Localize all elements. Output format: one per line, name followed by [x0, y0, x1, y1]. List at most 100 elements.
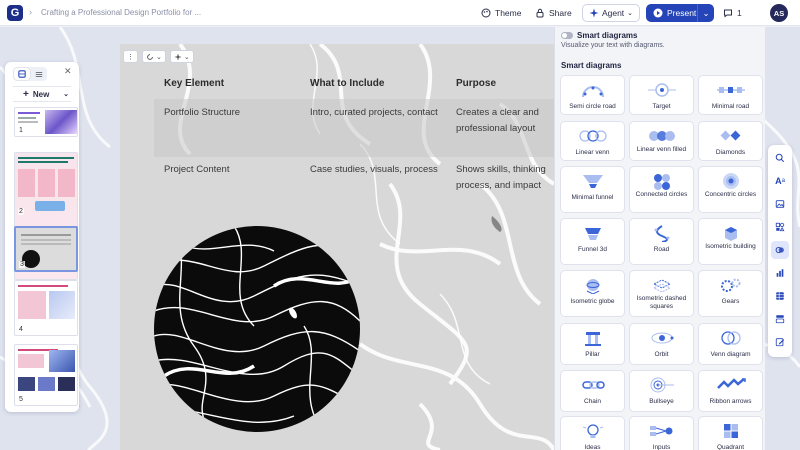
diagram-card-ideas[interactable]: Ideas — [560, 416, 625, 450]
shapes-icon[interactable] — [771, 218, 789, 236]
diagram-card-label: Diamonds — [715, 149, 746, 156]
chevron-down-icon[interactable]: ⌄ — [63, 90, 69, 98]
diagram-card-chain[interactable]: Chain — [560, 370, 625, 412]
road-diagram-icon — [654, 225, 670, 242]
top-bar: G › Crafting a Professional Design Portf… — [0, 0, 800, 26]
refresh-icon — [147, 53, 153, 60]
diagram-card-label: Linear venn filled — [636, 146, 687, 153]
slide-thumbnail-5[interactable]: 5 — [14, 344, 78, 406]
comments-button[interactable]: 1 — [723, 5, 742, 21]
present-button[interactable]: Present ⌄ — [646, 4, 714, 22]
diagram-card-isometric-building[interactable]: Isometric building — [698, 218, 763, 265]
slide-toolbar: ⋮ ⌄ ⌄ — [123, 50, 194, 63]
diagram-card-label: Ideas — [584, 444, 601, 450]
minimal-road-diagram-icon — [717, 87, 745, 93]
new-slide-button[interactable]: + New ⌄ — [13, 86, 71, 102]
diagram-card-gears[interactable]: Gears — [698, 270, 763, 317]
edit-icon[interactable] — [771, 333, 789, 351]
quadrant-diagram-icon — [724, 424, 738, 438]
orbit-diagram-icon — [651, 332, 674, 344]
diagram-card-label: Concentric circles — [704, 191, 757, 198]
diagram-card-target[interactable]: Target — [629, 75, 694, 115]
layout-icon[interactable] — [771, 310, 789, 328]
breadcrumb-separator-icon: › — [29, 7, 32, 17]
linear-venn-diagram-icon — [579, 130, 607, 142]
comment-menu-button[interactable]: ⌄ — [142, 50, 166, 63]
diagram-card-label: Isometric dashed squares — [636, 295, 687, 310]
table-header-key-element[interactable]: Key Element — [164, 78, 224, 89]
table-cell[interactable]: Shows skills, thinking process, and impa… — [456, 162, 554, 193]
diagram-card-minimal-funnel[interactable]: Minimal funnel — [560, 166, 625, 213]
diagram-card-minimal-road[interactable]: Minimal road — [698, 75, 763, 115]
diagram-card-road[interactable]: Road — [629, 218, 694, 265]
present-options-chevron-icon[interactable]: ⌄ — [698, 8, 714, 19]
diagram-card-semi-circle-road[interactable]: Semi circle road — [560, 75, 625, 115]
diagram-card-label: Inputs — [652, 444, 671, 450]
diagram-card-venn-diagram[interactable]: Venn diagram — [698, 323, 763, 365]
play-icon — [653, 8, 663, 18]
table-cell[interactable]: Portfolio Structure — [164, 105, 304, 121]
smart-diagrams-toggle[interactable] — [561, 32, 573, 39]
funnel-3d-diagram-icon — [585, 228, 601, 240]
diagram-card-orbit[interactable]: Orbit — [629, 323, 694, 365]
connected-circles-diagram-icon — [654, 174, 670, 190]
diagram-card-label: Venn diagram — [710, 351, 751, 358]
slide-thumbnail-4[interactable]: 4 — [14, 280, 78, 336]
table-cell[interactable]: Project Content — [164, 162, 304, 178]
diagram-card-isometric-globe[interactable]: Isometric globe — [560, 270, 625, 317]
diagram-card-label: Isometric globe — [570, 298, 615, 305]
text-icon[interactable]: Aa — [771, 172, 789, 190]
user-avatar[interactable]: AS — [770, 4, 788, 22]
isometric-globe-diagram-icon — [586, 279, 600, 294]
table-icon[interactable] — [771, 287, 789, 305]
diagram-card-quadrant[interactable]: Quadrant — [698, 416, 763, 450]
diagram-card-diamonds[interactable]: Diamonds — [698, 121, 763, 161]
slide-thumbnail-3[interactable]: 3 — [14, 226, 78, 272]
table-cell[interactable]: Intro, curated projects, contact — [310, 105, 445, 121]
list-view-icon[interactable] — [31, 67, 47, 81]
grid-view-icon[interactable] — [14, 68, 30, 80]
diagram-card-label: Gears — [721, 298, 740, 305]
diagram-card-isometric-dashed-squares[interactable]: Isometric dashed squares — [629, 270, 694, 317]
document-title[interactable]: Crafting a Professional Design Portfolio… — [41, 8, 201, 17]
diamonds-diagram-icon — [720, 130, 741, 141]
table-header-purpose[interactable]: Purpose — [456, 78, 496, 89]
diagram-card-ribbon-arrows[interactable]: Ribbon arrows — [698, 370, 763, 412]
table-cell[interactable]: Case studies, visuals, process — [310, 162, 445, 178]
diagram-card-label: Orbit — [654, 351, 669, 358]
target-diagram-icon — [648, 83, 676, 97]
chart-icon[interactable] — [771, 264, 789, 282]
slide-thumbnail-1[interactable]: 1 — [14, 107, 78, 137]
palette-icon — [481, 8, 491, 18]
slide-thumbnail-panel: ✕ + New ⌄ 1 2 3 4 5 — [5, 62, 79, 412]
marble-circle-image[interactable] — [154, 226, 360, 432]
table-cell[interactable]: Creates a clear and professional layout — [456, 105, 554, 136]
view-toggle — [13, 67, 47, 81]
bullseye-diagram-icon — [650, 377, 674, 393]
linear-venn-filled-diagram-icon — [649, 131, 675, 141]
drag-handle-icon[interactable]: ⋮ — [123, 50, 138, 63]
table-header-what-to-include[interactable]: What to Include — [310, 78, 384, 89]
diagram-card-linear-venn-filled[interactable]: Linear venn filled — [629, 121, 694, 161]
smart-diagram-icon[interactable] — [771, 241, 789, 259]
magic-menu-button[interactable]: ⌄ — [169, 50, 194, 63]
diagram-card-pillar[interactable]: Pillar — [560, 323, 625, 365]
diagram-card-funnel-3d[interactable]: Funnel 3d — [560, 218, 625, 265]
diagram-card-linear-venn[interactable]: Linear venn — [560, 121, 625, 161]
share-button[interactable]: Share — [535, 5, 572, 21]
diagram-card-concentric-circles[interactable]: Concentric circles — [698, 166, 763, 213]
present-main-action[interactable]: Present — [646, 4, 698, 22]
search-icon[interactable] — [771, 149, 789, 167]
diagram-card-bullseye[interactable]: Bullseye — [629, 370, 694, 412]
theme-button[interactable]: Theme — [481, 5, 521, 21]
close-panel-icon[interactable]: ✕ — [64, 66, 72, 77]
smart-diagrams-section-title: Smart diagrams — [561, 61, 622, 70]
agent-button[interactable]: Agent ⌄ — [582, 4, 640, 22]
smart-diagrams-toggle-row[interactable]: Smart diagrams — [561, 31, 637, 40]
diagram-card-inputs[interactable]: Inputs — [629, 416, 694, 450]
image-icon[interactable] — [771, 195, 789, 213]
chevron-down-icon: ⌄ — [183, 53, 190, 61]
chain-diagram-icon — [582, 381, 605, 389]
app-logo[interactable]: G — [7, 5, 23, 21]
diagram-card-connected-circles[interactable]: Connected circles — [629, 166, 694, 213]
